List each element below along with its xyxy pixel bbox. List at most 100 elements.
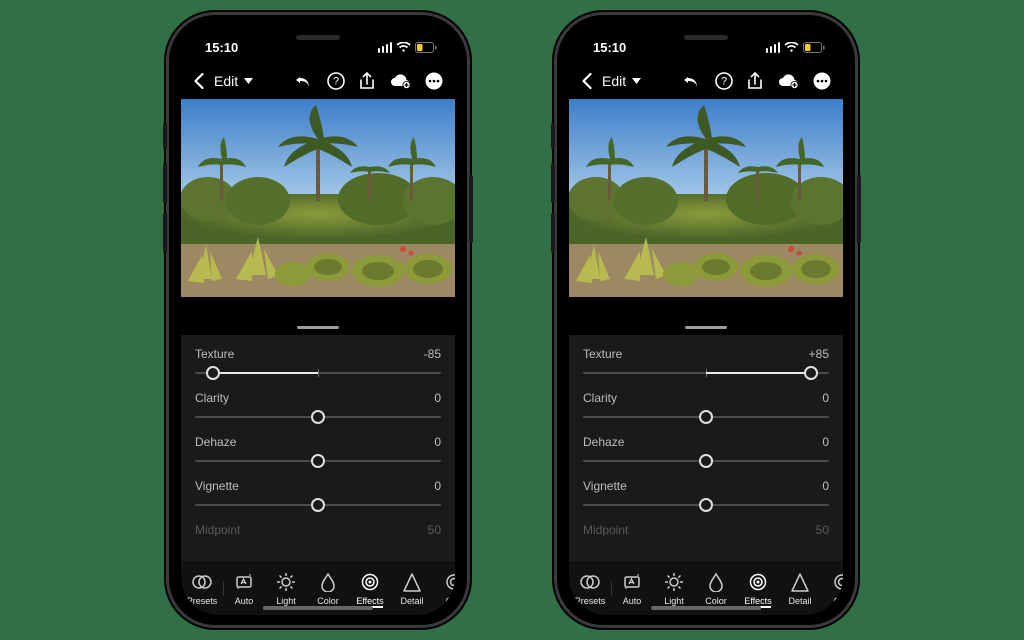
tool-label: Detail [788, 596, 811, 606]
auto-icon [621, 571, 643, 593]
tool-label: Presets [575, 596, 606, 606]
tool-label: Light [664, 596, 684, 606]
phone-volume-down [163, 213, 167, 253]
slider-label: Texture [195, 347, 234, 361]
panel-grabber[interactable] [181, 297, 455, 335]
undo-icon[interactable] [683, 74, 701, 88]
screen: 15:10 Edit ? [569, 25, 843, 615]
undo-icon[interactable] [295, 74, 313, 88]
tool-label: Opti [834, 596, 843, 606]
tool-label: Auto [623, 596, 642, 606]
color-icon [317, 571, 339, 593]
optics-icon [831, 571, 843, 593]
phone-mockup-right: 15:10 Edit ? [557, 15, 855, 625]
tool-effects[interactable]: Effects [737, 571, 779, 606]
slider-clarity[interactable]: Clarity0 [195, 387, 441, 431]
slider-midpoint: Midpoint50 [195, 519, 441, 543]
slider-label: Texture [583, 347, 622, 361]
tool-detail[interactable]: Detail [391, 571, 433, 606]
tool-auto[interactable]: Auto [611, 571, 653, 606]
tool-label: Presets [187, 596, 218, 606]
home-indicator[interactable] [263, 606, 373, 610]
phone-mockup-left: 15:10 Edit ? [169, 15, 467, 625]
slider-label: Dehaze [583, 435, 624, 449]
slider-dehaze[interactable]: Dehaze0 [195, 431, 441, 475]
tool-label: Color [317, 596, 339, 606]
tool-optics[interactable]: Opti [433, 571, 455, 606]
slider-label: Vignette [583, 479, 627, 493]
optics-icon [443, 571, 455, 593]
slider-label: Clarity [195, 391, 229, 405]
share-icon[interactable] [747, 72, 763, 90]
svg-text:?: ? [721, 76, 727, 88]
help-icon[interactable]: ? [715, 72, 733, 90]
phone-silence-switch [551, 123, 555, 149]
slider-label: Midpoint [583, 523, 628, 537]
panel-grabber[interactable] [569, 297, 843, 335]
more-icon[interactable] [813, 72, 831, 90]
slider-label: Clarity [583, 391, 617, 405]
slider-vignette[interactable]: Vignette0 [195, 475, 441, 519]
slider-value: 50 [816, 523, 829, 537]
tool-color[interactable]: Color [695, 571, 737, 606]
tool-label: Color [705, 596, 727, 606]
tool-label: Light [276, 596, 296, 606]
slider-clarity[interactable]: Clarity 0 [583, 387, 829, 431]
notch [248, 25, 388, 49]
tool-label: Effects [744, 596, 771, 606]
home-indicator[interactable] [651, 606, 761, 610]
tool-light[interactable]: Light [653, 571, 695, 606]
tool-light[interactable]: Light [265, 571, 307, 606]
tool-label: Opti [446, 596, 455, 606]
slider-value: 0 [822, 391, 829, 405]
cloud-add-icon[interactable] [389, 73, 411, 89]
back-icon[interactable] [193, 73, 204, 89]
nav-title[interactable]: Edit [602, 73, 626, 89]
light-icon [663, 571, 685, 593]
slider-texture[interactable]: Texture -85 [195, 343, 441, 387]
slider-label: Midpoint [195, 523, 240, 537]
svg-text:?: ? [333, 76, 339, 88]
slider-label: Vignette [195, 479, 239, 493]
tool-effects[interactable]: Effects [349, 571, 391, 606]
slider-vignette[interactable]: Vignette0 [583, 475, 829, 519]
auto-icon [233, 571, 255, 593]
dropdown-icon[interactable] [244, 78, 253, 84]
slider-value: +85 [809, 347, 829, 361]
wifi-icon [784, 42, 799, 53]
phone-volume-up [163, 163, 167, 203]
slider-label: Dehaze [195, 435, 236, 449]
slider-texture[interactable]: Texture +85 [583, 343, 829, 387]
phone-silence-switch [163, 123, 167, 149]
presets-icon [579, 571, 601, 593]
battery-icon [803, 42, 825, 53]
tool-label: Auto [235, 596, 254, 606]
dropdown-icon[interactable] [632, 78, 641, 84]
photo-preview[interactable] [181, 99, 455, 297]
app-navbar: Edit ? [181, 63, 455, 99]
effects-icon [747, 571, 769, 593]
light-icon [275, 571, 297, 593]
slider-dehaze[interactable]: Dehaze0 [583, 431, 829, 475]
nav-title[interactable]: Edit [214, 73, 238, 89]
tool-label: Detail [400, 596, 423, 606]
tool-auto[interactable]: Auto [223, 571, 265, 606]
cloud-add-icon[interactable] [777, 73, 799, 89]
tool-optics[interactable]: Opti [821, 571, 843, 606]
share-icon[interactable] [359, 72, 375, 90]
more-icon[interactable] [425, 72, 443, 90]
tool-color[interactable]: Color [307, 571, 349, 606]
slider-value: -85 [424, 347, 441, 361]
effects-icon [359, 571, 381, 593]
help-icon[interactable]: ? [327, 72, 345, 90]
tool-detail[interactable]: Detail [779, 571, 821, 606]
screen: 15:10 Edit ? [181, 25, 455, 615]
tool-presets[interactable]: Presets [569, 571, 611, 606]
presets-icon [191, 571, 213, 593]
back-icon[interactable] [581, 73, 592, 89]
photo-preview[interactable] [569, 99, 843, 297]
effects-panel: Texture +85 Clarity 0 Dehaze0 Vignette0 Mi… [569, 335, 843, 561]
tool-presets[interactable]: Presets [181, 571, 223, 606]
effects-panel: Texture -85 Clarity0 Dehaze0 Vignette0 Mi… [181, 335, 455, 561]
detail-icon [789, 571, 811, 593]
